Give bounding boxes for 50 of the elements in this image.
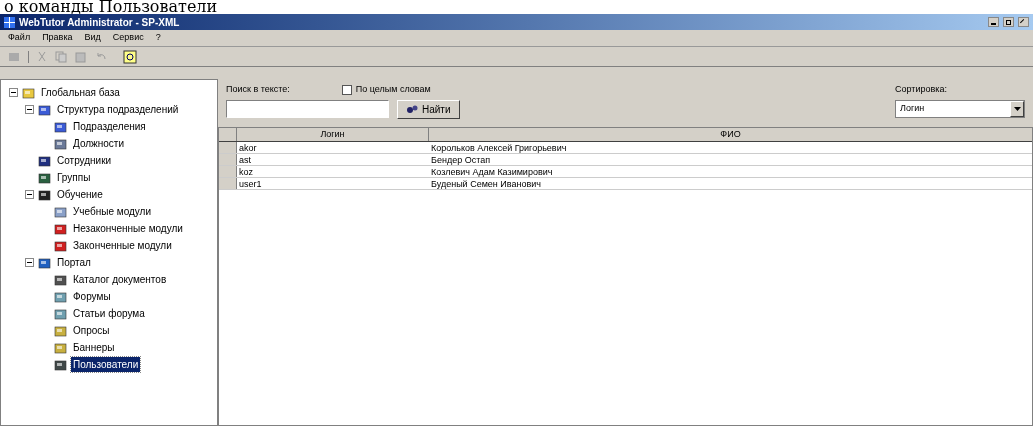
table-cell-text: Буденый Семен Иванович bbox=[430, 177, 542, 189]
table-cell-text: ast bbox=[238, 153, 252, 165]
search-label: Поиск в тексте: bbox=[226, 83, 290, 96]
app-icon bbox=[4, 16, 15, 28]
table-cell-text: Корольков Алексей Григорьевич bbox=[430, 141, 568, 153]
table-cell-text: user1 bbox=[238, 177, 263, 189]
checkbox[interactable] bbox=[341, 84, 352, 95]
tree-item[interactable]: Группы bbox=[55, 170, 93, 185]
tree-item[interactable]: Статьи форума bbox=[71, 306, 147, 321]
tree-item[interactable]: Должности bbox=[71, 136, 126, 151]
tree-item[interactable]: Баннеры bbox=[71, 340, 117, 355]
menu-item[interactable]: Файл bbox=[8, 31, 31, 45]
search-field[interactable] bbox=[226, 100, 389, 118]
tree-item[interactable]: Незаконченные модули bbox=[71, 221, 185, 236]
menu-item[interactable]: Правка bbox=[42, 31, 73, 45]
table-cell-text: Бендер Остап bbox=[430, 153, 492, 165]
expander-icon[interactable] bbox=[9, 88, 18, 97]
tree-item[interactable]: Глобальная база bbox=[39, 85, 122, 100]
tree-item[interactable]: Структура подразделений bbox=[55, 102, 181, 117]
window-title: WebTutor Administrator - SP-XML bbox=[19, 15, 180, 30]
menu-item[interactable]: Вид bbox=[84, 31, 101, 45]
menu-item[interactable]: Сервис bbox=[112, 31, 144, 45]
tree-item[interactable]: Обучение bbox=[55, 187, 105, 202]
column-header[interactable]: ФИО bbox=[429, 127, 1032, 141]
table-cell-text: koz bbox=[238, 165, 254, 177]
tree-item[interactable]: Опросы bbox=[71, 323, 112, 338]
tree-item[interactable]: Форумы bbox=[71, 289, 113, 304]
tree-item[interactable]: Законченные модули bbox=[71, 238, 174, 253]
menu-item[interactable]: ? bbox=[155, 31, 161, 45]
row-header[interactable] bbox=[219, 141, 237, 153]
tree-item[interactable]: Портал bbox=[55, 255, 93, 270]
caption: о команды Пользователи bbox=[3, 0, 219, 14]
restore-icon[interactable] bbox=[1003, 17, 1014, 27]
find-button[interactable]: Найти bbox=[397, 99, 460, 119]
tree-item[interactable]: Пользователи bbox=[71, 357, 141, 372]
table-cell-text: akor bbox=[238, 141, 258, 153]
tree-item[interactable]: Сотрудники bbox=[55, 153, 114, 168]
column-header[interactable]: Логин bbox=[237, 127, 429, 141]
expander-icon[interactable] bbox=[25, 258, 34, 267]
tree-item[interactable]: Подразделения bbox=[71, 119, 148, 134]
tree-item[interactable]: Учебные модули bbox=[71, 204, 154, 219]
table-cell-text: Козлевич Адам Казимирович bbox=[430, 165, 554, 177]
binoculars-icon bbox=[406, 104, 418, 114]
expander-icon[interactable] bbox=[25, 105, 34, 114]
minimize-icon[interactable] bbox=[988, 17, 999, 27]
sort-dropdown[interactable]: Логин bbox=[895, 99, 1025, 118]
sort-label: Сортировка: bbox=[895, 83, 948, 96]
expander-icon[interactable] bbox=[25, 190, 34, 199]
tree-item[interactable]: Каталог документов bbox=[71, 272, 169, 287]
checkbox-label: По целым словам bbox=[355, 83, 431, 96]
